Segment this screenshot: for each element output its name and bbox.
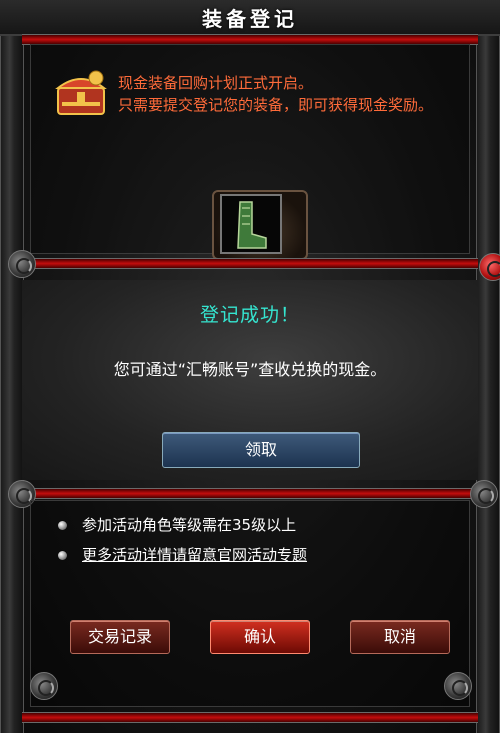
- cancel-button[interactable]: 取消: [350, 620, 450, 654]
- rule-bullet: [58, 521, 67, 530]
- notice-line-2: 只需要提交登记您的装备，即可获得现金奖励。: [118, 96, 434, 114]
- treasure-chest-icon: [55, 70, 107, 115]
- modal-title: 登记成功！: [199, 304, 300, 326]
- claim-button[interactable]: 领取: [162, 432, 360, 468]
- notice-text: 现金装备回购计划正式开启。 只需要提交登记您的装备，即可获得现金奖励。: [118, 72, 433, 116]
- history-button[interactable]: 交易记录: [70, 620, 170, 654]
- title-bar: 装备登记: [0, 0, 500, 36]
- middle-red-rail: [22, 258, 478, 269]
- boots-icon: [237, 201, 267, 249]
- rail-knob-left: [8, 250, 36, 278]
- corner-knob-bottom-right: [444, 672, 472, 700]
- bottom-red-rail: [22, 712, 478, 723]
- notice-line-1: 现金装备回购计划正式开启。: [118, 74, 314, 92]
- rail-knob-right: [479, 253, 500, 281]
- corner-knob-bottom-left: [30, 672, 58, 700]
- window-title: 装备登记: [202, 7, 298, 31]
- modal-message: 您可通过“汇畅账号”查收兑换的现金。: [113, 360, 387, 379]
- game-window: 装备登记 现金装备回购计划正式开启。 只需要提交登记您的装备，即可获得现金奖励。…: [0, 0, 500, 733]
- equipment-slot[interactable]: [220, 194, 282, 254]
- lower-red-rail: [22, 488, 478, 499]
- rule-level-requirement: 参加活动角色等级需在35级以上: [82, 516, 297, 534]
- rail-knob-right-2: [470, 480, 498, 508]
- confirm-button[interactable]: 确认: [210, 620, 310, 654]
- rule-bullet: [58, 551, 67, 560]
- rule-more-details-link[interactable]: 更多活动详情请留意官网活动专题: [82, 544, 307, 565]
